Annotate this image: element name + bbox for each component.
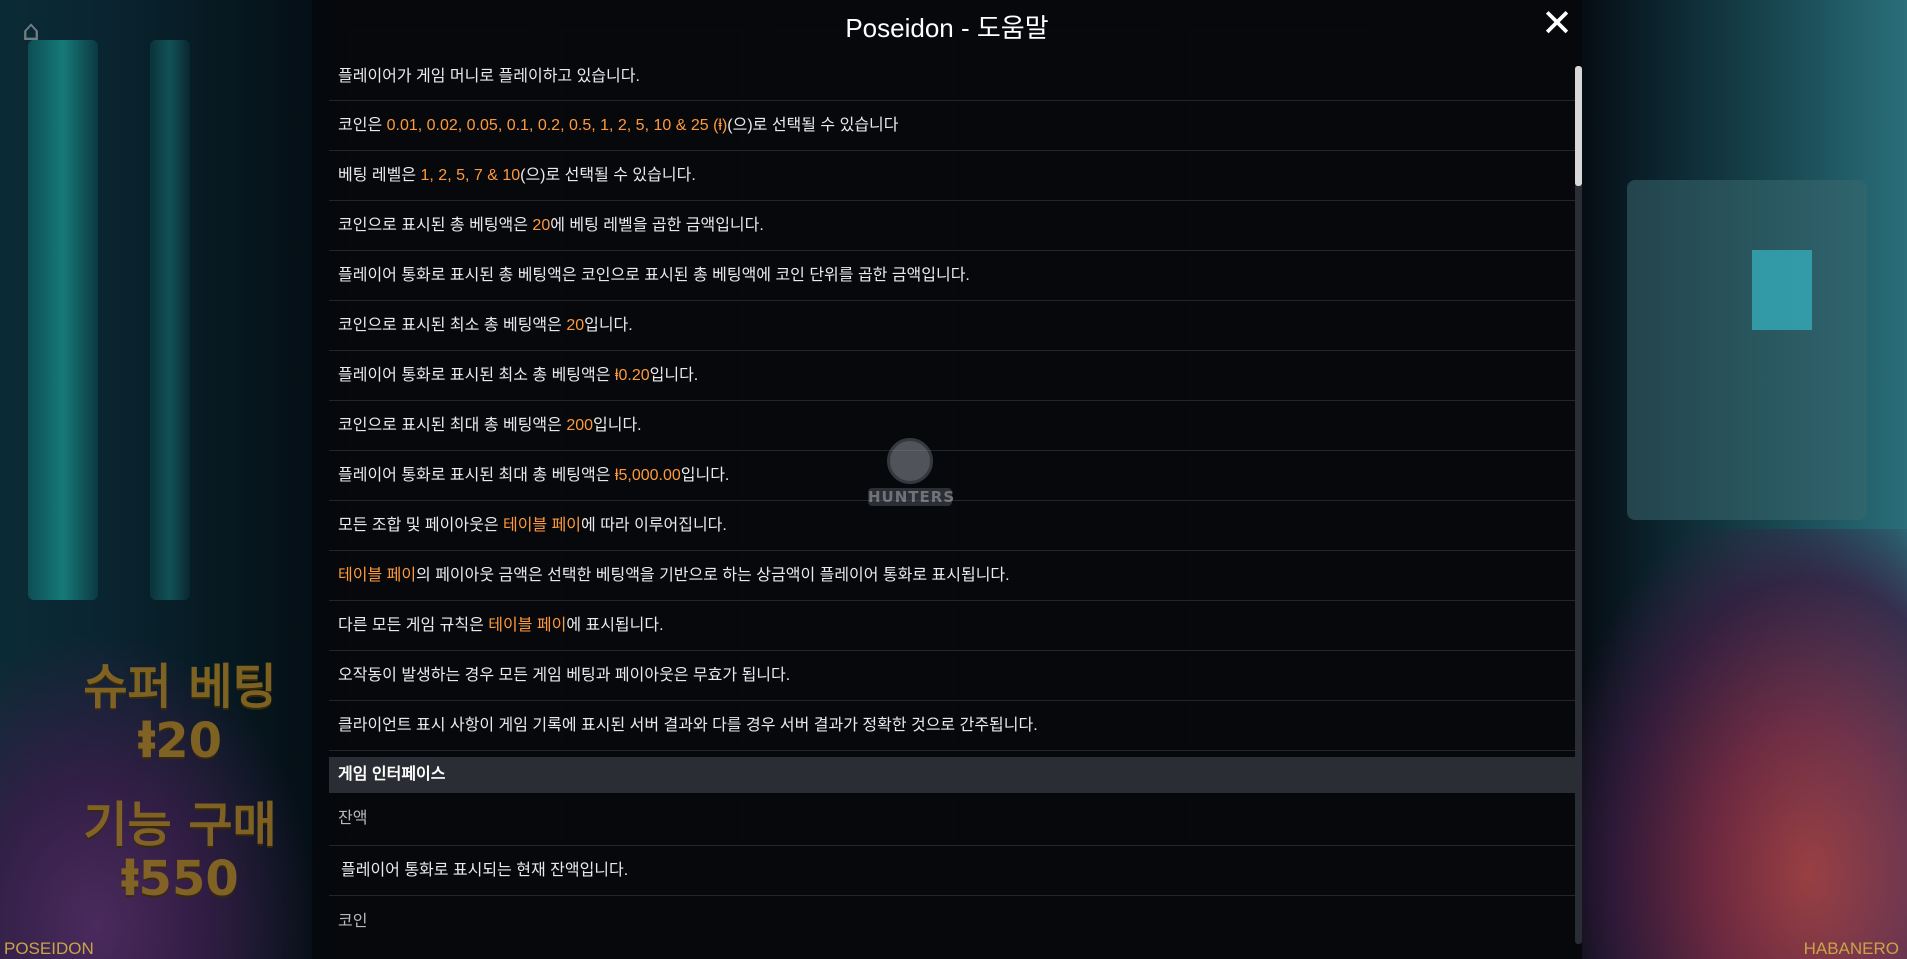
rule-text: 플레이어 통화로 표시된 총 베팅액은 코인으로 표시된 총 베팅액에 코인 단… xyxy=(338,267,970,284)
background-right-scene xyxy=(1577,0,1907,959)
rule-text: 코인은 xyxy=(338,117,387,134)
promo-line: 슈퍼 베팅 xyxy=(83,659,277,715)
coin-label: 코인 xyxy=(329,896,1576,944)
rule-text: 입니다. xyxy=(649,367,699,384)
balance-description: 플레이어 통화로 표시되는 현재 잔액입니다. xyxy=(329,846,1576,896)
promo-price: ⱡ550 xyxy=(121,851,239,907)
scrollbar-thumb[interactable] xyxy=(1575,66,1582,186)
rule-text: 입니다. xyxy=(584,317,633,334)
rule-text: 의 페이아웃 금액은 선택한 베팅액을 기반으로 하는 상금액이 플레이어 통화… xyxy=(416,567,1010,584)
glowing-pillar xyxy=(28,40,98,600)
highlighted-value: 1, 2, 5, 7 & 10 xyxy=(420,167,521,184)
hunters-watermark-logo: HUNTERS xyxy=(868,438,956,518)
help-rule-row: 코인으로 표시된 최소 총 베팅액은 20입니다. xyxy=(329,301,1576,351)
skull-icon xyxy=(887,438,933,484)
promo-price: ⱡ20 xyxy=(137,713,223,769)
rule-text: 코인으로 표시된 최소 총 베팅액은 xyxy=(338,317,567,334)
section-header-game-interface: 게임 인터페이스 xyxy=(329,757,1576,793)
rule-text: 플레이어 통화로 표시된 최대 총 베팅액은 xyxy=(338,467,615,484)
help-rule-row: 클라이언트 표시 사항이 게임 기록에 표시된 서버 결과와 다를 경우 서버 … xyxy=(329,701,1576,751)
highlighted-value: 테이블 페이 xyxy=(488,617,567,634)
game-name-label: POSEIDON xyxy=(4,939,94,958)
rule-text: 에 따라 이루어집니다. xyxy=(581,517,727,534)
highlighted-value: ⱡ5,000.00 xyxy=(614,467,681,484)
rule-text: 에 표시됩니다. xyxy=(566,617,664,634)
help-rule-row: 코인은 0.01, 0.02, 0.05, 0.1, 0.2, 0.5, 1, … xyxy=(329,101,1576,151)
help-rule-row: 코인으로 표시된 최대 총 베팅액은 200입니다. xyxy=(329,401,1576,451)
help-rule-row: 플레이어 통화로 표시된 총 베팅액은 코인으로 표시된 총 베팅액에 코인 단… xyxy=(329,251,1576,301)
promo-line: 기능 구매 xyxy=(83,797,277,853)
rule-text: (으)로 선택될 수 있습니다 xyxy=(727,117,899,134)
close-icon[interactable]: ✕ xyxy=(1539,4,1575,42)
glowing-pillar xyxy=(150,40,190,600)
rule-text: 코인으로 표시된 총 베팅액은 xyxy=(338,217,533,234)
rule-text: 베팅 레벨은 xyxy=(338,167,421,184)
help-rule-row: 코인으로 표시된 총 베팅액은 20에 베팅 레벨을 곱한 금액입니다. xyxy=(329,201,1576,251)
highlighted-value: 테이블 페이 xyxy=(502,517,582,534)
rule-text: 다른 모든 게임 규칙은 xyxy=(338,617,489,634)
help-title: Poseidon - 도움말 xyxy=(845,13,1049,43)
balance-label: 잔액 xyxy=(329,793,1576,846)
rule-text: 에 베팅 레벨을 곱한 금액입니다. xyxy=(550,217,764,234)
highlighted-value: 테이블 페이 xyxy=(338,567,417,584)
help-rule-row: 베팅 레벨은 1, 2, 5, 7 & 10(으)로 선택될 수 있습니다. xyxy=(329,151,1576,201)
rule-text: 코인으로 표시된 최대 총 베팅액은 xyxy=(338,417,567,434)
help-rule-row: 다른 모든 게임 규칙은 테이블 페이에 표시됩니다. xyxy=(329,601,1576,651)
help-rule-row: 오작동이 발생하는 경우 모든 게임 베팅과 페이아웃은 무효가 됩니다. xyxy=(329,651,1576,701)
ruin-window xyxy=(1752,250,1812,330)
watermark-text: HUNTERS xyxy=(868,488,956,506)
highlighted-value: 0.01, 0.02, 0.05, 0.1, 0.2, 0.5, 1, 2, 5… xyxy=(386,117,728,134)
rule-text: 클라이언트 표시 사항이 게임 기록에 표시된 서버 결과와 다를 경우 서버 … xyxy=(338,717,1038,734)
highlighted-value: 20 xyxy=(566,317,585,334)
help-rule-row: 테이블 페이의 페이아웃 금액은 선택한 베팅액을 기반으로 하는 상금액이 플… xyxy=(329,551,1576,601)
help-rules-list: 플레이어가 게임 머니로 플레이하고 있습니다. 코인은 0.01, 0.02, … xyxy=(329,48,1576,751)
scrollbar-track[interactable] xyxy=(1575,66,1582,944)
ruin-decoration xyxy=(1627,180,1867,520)
rule-text: 플레이어가 게임 머니로 플레이하고 있습니다. xyxy=(338,68,640,85)
coral-decoration xyxy=(1577,529,1907,959)
rule-text: 입니다. xyxy=(593,417,642,434)
rule-text: 오작동이 발생하는 경우 모든 게임 베팅과 페이아웃은 무효가 됩니다. xyxy=(338,667,791,684)
super-bet-promo[interactable]: 슈퍼 베팅 ⱡ20 xyxy=(70,660,290,768)
highlighted-value: ⱡ0.20 xyxy=(614,367,650,384)
feature-buy-promo[interactable]: 기능 구매 ⱡ550 xyxy=(70,798,290,906)
home-icon[interactable]: ⌂ xyxy=(14,16,48,46)
help-rule-row: 플레이어가 게임 머니로 플레이하고 있습니다. xyxy=(329,48,1576,101)
help-rule-row: 모든 조합 및 페이아웃은 테이블 페이에 따라 이루어집니다. xyxy=(329,501,1576,551)
help-rule-row: 플레이어 통화로 표시된 최소 총 베팅액은 ⱡ0.20입니다. xyxy=(329,351,1576,401)
rule-text: (으)로 선택될 수 있습니다. xyxy=(520,167,696,184)
provider-label: HABANERO xyxy=(1803,939,1899,958)
rule-text: 플레이어 통화로 표시된 최소 총 베팅액은 xyxy=(338,367,615,384)
rule-text: 모든 조합 및 페이아웃은 xyxy=(338,517,503,534)
highlighted-value: 20 xyxy=(532,217,551,234)
rule-text: 입니다. xyxy=(680,467,730,484)
highlighted-value: 200 xyxy=(566,417,594,434)
